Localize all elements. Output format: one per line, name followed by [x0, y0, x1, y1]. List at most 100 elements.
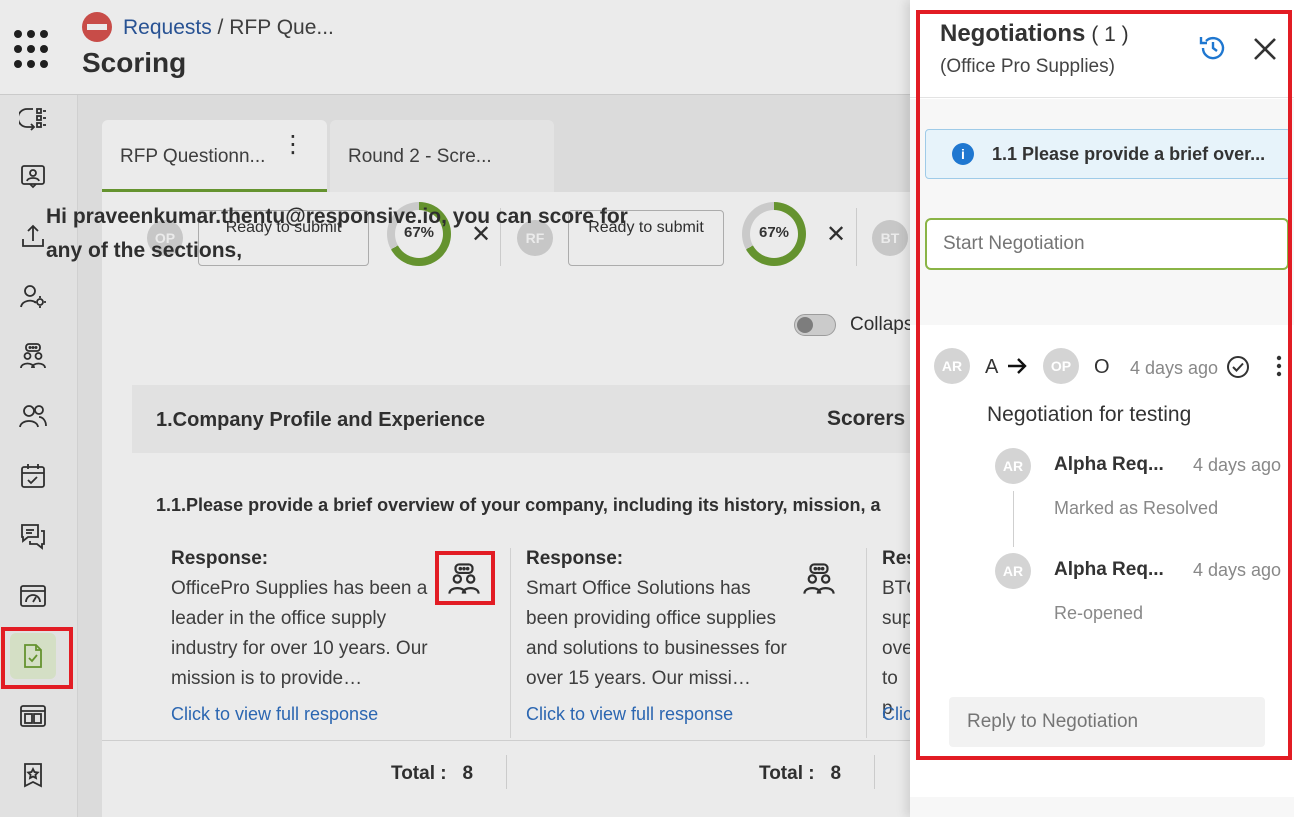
event-timestamp: 4 days ago: [1193, 560, 1282, 580]
progress-label: 67%: [403, 224, 435, 241]
response-card: Res BTC sup ove to p Clic: [882, 548, 910, 738]
collapse-toggle[interactable]: [794, 314, 836, 336]
reply-negotiation-input[interactable]: [949, 697, 1265, 747]
breadcrumb-current: RFP Que...: [229, 16, 334, 39]
tab-kebab-icon[interactable]: ⋮: [281, 133, 305, 157]
negotiation-icon[interactable]: [802, 562, 836, 596]
close-icon[interactable]: [1252, 36, 1278, 62]
negotiation-icon[interactable]: [447, 562, 481, 596]
response-text: OfficePro Supplies has been a leader in …: [171, 578, 428, 689]
negotiation-count: ( 1 ): [1091, 23, 1129, 46]
negotiation-thread: AR A OP O 4 days ago Negotiation for tes…: [910, 325, 1294, 817]
avatar: AR: [934, 348, 970, 384]
brand-logo: [82, 12, 112, 42]
tab-label: Round 2 - Scre...: [348, 146, 492, 167]
response-label: Response:: [526, 548, 624, 569]
view-full-response-link[interactable]: Click to view full response: [171, 704, 378, 725]
sidebar-item-dashboard[interactable]: [10, 573, 56, 619]
vendor-remove-icon[interactable]: ✕: [826, 220, 846, 249]
event-author: Alpha Req...: [1054, 559, 1164, 580]
section-header[interactable]: 1.Company Profile and Experience Scorers: [132, 385, 910, 453]
user-settings-icon: [20, 285, 46, 308]
thread-timestamp: 4 days ago: [1130, 358, 1219, 378]
history-icon[interactable]: [1198, 33, 1228, 63]
negotiation-icon: [20, 343, 46, 369]
event-status: Re-opened: [1054, 603, 1144, 623]
question-reference: i 1.1 Please provide a brief over...: [925, 129, 1291, 179]
resolve-check-icon[interactable]: [1226, 355, 1250, 379]
tab-label: RFP Questionn...: [120, 146, 266, 167]
to-label: O: [1094, 356, 1110, 378]
total-divider: [874, 755, 875, 789]
view-full-response-link[interactable]: Clic: [882, 704, 910, 725]
response-card: Response: Smart Office Solutions has bee…: [526, 548, 796, 738]
event-timestamp: 4 days ago: [1193, 455, 1282, 475]
panel-body: i 1.1 Please provide a brief over...: [910, 99, 1294, 325]
total-value: 8: [462, 763, 474, 784]
from-label: A: [985, 356, 999, 378]
app-grid-icon[interactable]: [14, 30, 54, 70]
section-title: 1.Company Profile and Experience: [156, 409, 485, 431]
task-flow-icon: [19, 108, 46, 131]
total-score: Total : 8: [759, 763, 841, 785]
response-divider: [510, 548, 511, 738]
top-bar: Requests / RFP Que... Scoring: [0, 0, 910, 95]
sidebar-item-scoring[interactable]: [10, 633, 56, 679]
scorers-label: Scorers: [827, 407, 906, 430]
thread-kebab-icon[interactable]: [1276, 355, 1282, 377]
totals-bar: Total : 8 Total : 8: [102, 740, 910, 802]
sidebar-item-user-settings[interactable]: [10, 273, 56, 319]
scoring-doc-icon: [24, 644, 42, 668]
total-value: 8: [830, 763, 842, 784]
chat-icon: [21, 524, 45, 550]
response-text: Smart Office Solutions has been providin…: [526, 578, 787, 689]
vendor-progress-ring: 67%: [742, 202, 806, 266]
upload-icon: [22, 224, 44, 247]
view-full-response-link[interactable]: Click to view full response: [526, 704, 733, 725]
total-label: Total :: [759, 763, 815, 784]
info-icon: i: [952, 143, 974, 165]
breadcrumb: Requests / RFP Que...: [123, 16, 334, 40]
users-icon: [19, 405, 47, 428]
vendor-avatar: BT: [872, 220, 908, 256]
total-label: Total :: [391, 763, 447, 784]
response-label: Response:: [171, 548, 269, 569]
sidebar-item-negotiations[interactable]: [10, 333, 56, 379]
tab-rfp-questionnaire[interactable]: RFP Questionn... ⋮: [102, 120, 327, 192]
avatar: AR: [995, 553, 1031, 589]
response-label: Res: [882, 548, 910, 569]
avatar: OP: [1043, 348, 1079, 384]
event-status: Marked as Resolved: [1054, 498, 1219, 518]
breadcrumb-requests-link[interactable]: Requests: [123, 16, 212, 39]
negotiations-panel: Negotiations( 1 ) (Office Pro Supplies) …: [910, 0, 1294, 817]
start-negotiation-input[interactable]: [925, 218, 1289, 270]
total-divider: [506, 755, 507, 789]
greeting-text: Hi praveenkumar.thentu@responsive.io, yo…: [46, 205, 628, 262]
award-icon: [24, 763, 42, 788]
question-text: 1.1.Please provide a brief overview of y…: [156, 495, 881, 515]
calendar-check-icon: [21, 464, 45, 488]
sidebar-item-tasks[interactable]: [10, 95, 56, 141]
event-author: Alpha Req...: [1054, 454, 1164, 475]
arrow-right-icon: [1008, 358, 1027, 374]
response-card: Response: OfficePro Supplies has been a …: [171, 548, 433, 738]
layout-icon: [20, 705, 46, 727]
sidebar-item-layout[interactable]: [10, 693, 56, 739]
page-title: Scoring: [82, 47, 187, 78]
sidebar-item-chat[interactable]: [10, 513, 56, 559]
sidebar-item-awards[interactable]: [10, 753, 56, 799]
tab-round-2[interactable]: Round 2 - Scre...: [330, 120, 554, 192]
sidebar-item-users[interactable]: [10, 393, 56, 439]
contact-card-icon: [21, 165, 45, 189]
response-text: BTC sup ove to p: [882, 578, 910, 719]
sidebar-item-calendar[interactable]: [10, 453, 56, 499]
panel-header: Negotiations( 1 ) (Office Pro Supplies): [910, 0, 1294, 98]
total-score: Total : 8: [391, 763, 473, 785]
sidebar-item-contacts[interactable]: [10, 153, 56, 199]
panel-subtitle: (Office Pro Supplies): [940, 56, 1115, 77]
panel-title-text: Negotiations: [940, 20, 1086, 47]
breadcrumb-separator: /: [211, 16, 230, 39]
vendor-divider: [856, 208, 857, 266]
timeline-connector: [1013, 491, 1014, 547]
response-divider: [866, 548, 867, 738]
